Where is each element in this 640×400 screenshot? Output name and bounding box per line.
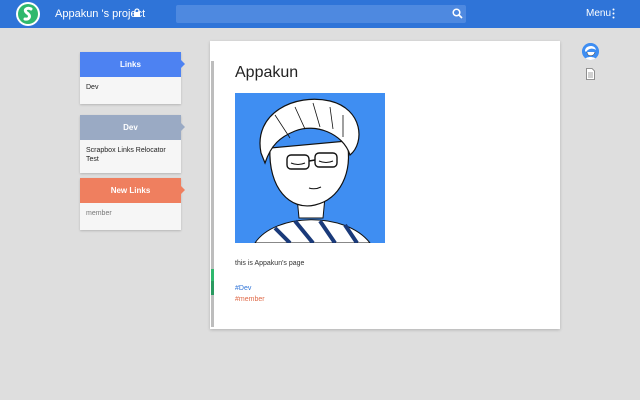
dev-card-title[interactable]: Dev	[80, 115, 185, 140]
page-line-marker-active	[211, 281, 214, 295]
search-icon[interactable]	[452, 8, 463, 19]
project-title[interactable]: Appakun 's project	[55, 8, 145, 20]
page-body-text[interactable]: this is Appakun's page	[235, 260, 304, 267]
menu-button[interactable]: Menu	[586, 8, 611, 19]
new-links-card[interactable]: New Links member	[80, 178, 185, 230]
new-links-card-title[interactable]: New Links	[80, 178, 185, 203]
links-card-item[interactable]: Dev	[80, 77, 181, 98]
page-content: Appakun this is Appakun's page #Dev #mem…	[210, 41, 560, 329]
tag-link-dev[interactable]: #Dev	[235, 285, 251, 292]
links-card[interactable]: Links Dev	[80, 52, 185, 104]
links-card-title[interactable]: Links	[80, 52, 185, 77]
lock-icon	[134, 8, 140, 17]
dev-card-item[interactable]: Scrapbox Links Relocator Test	[80, 140, 181, 170]
scrapbox-logo-icon[interactable]	[16, 2, 40, 26]
tag-link-member[interactable]: #member	[235, 296, 265, 303]
profile-illustration-image[interactable]	[235, 93, 385, 243]
more-vertical-icon[interactable]	[612, 8, 615, 19]
document-icon[interactable]	[586, 68, 595, 80]
dev-card[interactable]: Dev Scrapbox Links Relocator Test	[80, 115, 185, 173]
user-avatar-icon[interactable]	[582, 43, 599, 60]
page-title[interactable]: Appakun	[235, 64, 298, 82]
search-input[interactable]	[176, 5, 466, 23]
new-links-card-item[interactable]: member	[80, 203, 181, 224]
top-bar: Appakun 's project Menu	[0, 0, 640, 28]
